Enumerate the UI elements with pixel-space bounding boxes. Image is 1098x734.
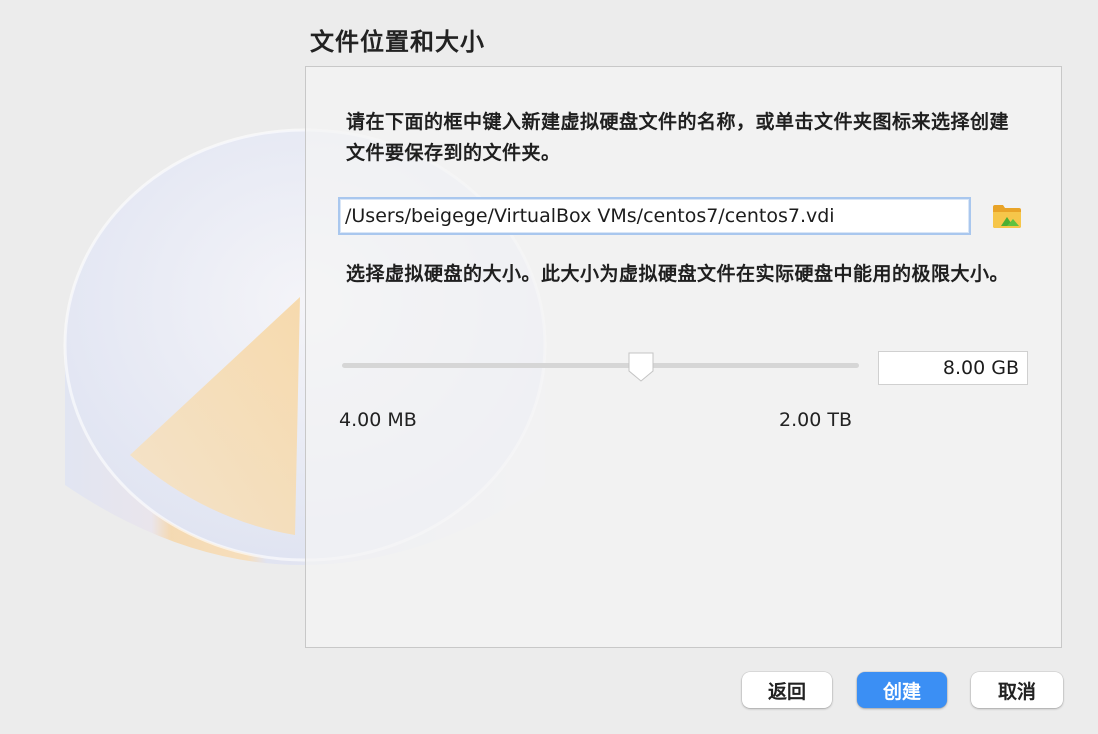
create-button[interactable]: 创建 xyxy=(857,672,947,708)
size-slider-track[interactable] xyxy=(342,363,859,368)
size-max-label: 2.00 TB xyxy=(779,409,852,431)
settings-panel: 请在下面的框中键入新建虚拟硬盘文件的名称，或单击文件夹图标来选择创建文件要保存到… xyxy=(305,66,1062,648)
folder-icon[interactable] xyxy=(992,202,1022,230)
size-description: 选择虚拟硬盘的大小。此大小为虚拟硬盘文件在实际硬盘中能用的极限大小。 xyxy=(346,263,1010,285)
dialog-title: 文件位置和大小 xyxy=(310,28,485,56)
location-description: 请在下面的框中键入新建虚拟硬盘文件的名称，或单击文件夹图标来选择创建文件要保存到… xyxy=(346,111,1010,164)
file-path-input[interactable]: /Users/beigege/VirtualBox VMs/centos7/ce… xyxy=(338,197,971,235)
size-slider-thumb[interactable] xyxy=(627,351,655,383)
cancel-button[interactable]: 取消 xyxy=(971,672,1063,708)
size-value-input[interactable]: 8.00 GB xyxy=(878,351,1028,385)
dialog-window: 文件位置和大小 请在下面的框中键入新建虚拟硬盘文件的名称，或单击文件夹图标来选择… xyxy=(0,0,1098,734)
back-button[interactable]: 返回 xyxy=(742,672,832,708)
size-min-label: 4.00 MB xyxy=(339,409,417,431)
